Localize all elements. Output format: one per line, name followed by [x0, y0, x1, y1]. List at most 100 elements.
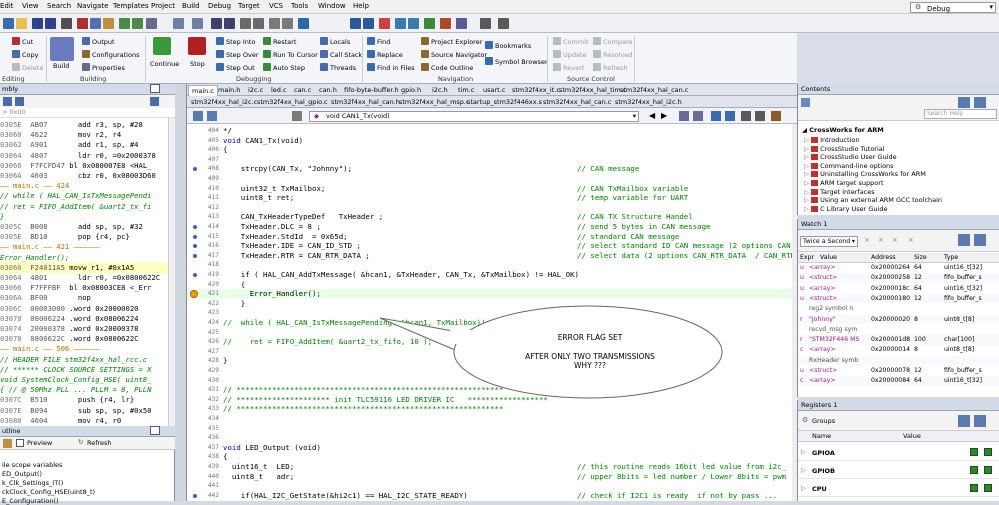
watch-expr: u [800, 284, 804, 292]
contents-item[interactable]: ▷ C Library User Guide [804, 205, 887, 213]
watch-row[interactable]: c <array> 0x20000084 64 uint16_t[32] [798, 376, 999, 386]
book-icon [811, 145, 819, 152]
expand-arrow-icon: ▷ [804, 170, 812, 179]
watch-size: 64 [914, 284, 922, 292]
watch-row[interactable]: u <array> 0x20000264 64 uint16_t[32] [798, 263, 999, 273]
contents-item[interactable]: ▷ Target interfaces [804, 188, 875, 196]
contents-toolbar: Search Help [798, 95, 999, 121]
watch-row[interactable]: RxHeader symb [798, 355, 999, 366]
expand-arrow-icon: ▷ [804, 187, 812, 196]
watch-address: 0x200001d8 [871, 336, 911, 344]
watch-row[interactable]: recvd_msg sym [798, 325, 999, 335]
contents-item[interactable]: ▷ Uninstalling CrossWorks for ARM [804, 170, 926, 178]
contents-item[interactable]: ▷ Command-line options [804, 162, 894, 170]
register-watch-checkbox[interactable] [984, 466, 992, 474]
watch-size: 8 [914, 315, 918, 323]
contents-root[interactable]: ◢ CrossWorks for ARM [802, 126, 884, 134]
contents-options-icon[interactable] [974, 97, 986, 108]
watch-size: 12 [914, 367, 922, 374]
watch-row[interactable]: c <array> 0x20000014 8 uint8_t[8] [798, 345, 999, 355]
registers-options-icon[interactable] [958, 415, 970, 427]
register-watch-checkbox[interactable] [984, 448, 992, 456]
watch-value: <array> [809, 377, 836, 385]
expand-arrow-icon: ▷ [804, 136, 812, 144]
watch-tool-icon[interactable]: × [908, 236, 914, 244]
contents-header: Contents [798, 84, 999, 95]
expand-arrow-icon: ▷ [804, 204, 812, 213]
contents-item[interactable]: ▷ Using an external ARM GCC toolchain [804, 196, 942, 204]
watch-size: 64 [914, 264, 922, 271]
watch-row[interactable]: u <struct> 0x20000180 12 fifo_buffer_s [798, 293, 999, 304]
watch-size: 8 [914, 346, 918, 354]
watch-settings-icon[interactable] [974, 234, 986, 246]
watch-size: 64 [914, 377, 922, 385]
watch-expr: u [800, 367, 804, 374]
watch-row[interactable]: r "Johnny" 0x20000020 8 uint8_t[8] [798, 314, 999, 324]
contents-item-label: ARM target support [820, 179, 884, 187]
register-enabled-checkbox[interactable] [970, 466, 978, 474]
watch-tool-icon[interactable]: × [878, 236, 884, 244]
book-icon [811, 162, 819, 169]
register-name: GPIOB [812, 467, 835, 475]
register-enabled-checkbox[interactable] [970, 448, 978, 456]
col-address: Address [871, 254, 896, 261]
book-icon [811, 188, 819, 195]
callout-line1: ERROR FLAG SET [557, 333, 623, 342]
watch-address: 0x20000258 [871, 274, 911, 282]
watch-row[interactable]: reg2 symbol n [798, 304, 999, 314]
watch-value: <struct> [809, 274, 838, 282]
contents-item[interactable]: ▷ Introduction [804, 136, 859, 144]
watch-type: uint16_t[32] [944, 284, 983, 292]
watch-type: uint8_t[8] [944, 346, 975, 354]
contents-item[interactable]: ▷ CrossStudio Tutorial [804, 145, 885, 153]
watch-size: 12 [914, 274, 922, 282]
contents-item-label: CrossStudio User Guide [820, 153, 897, 162]
contents-item[interactable]: ▷ CrossStudio User Guide [804, 153, 897, 161]
col-size: Size [914, 254, 927, 261]
watch-tool-icon[interactable]: × [864, 236, 870, 244]
watch-row[interactable]: r "STM32F446 MS 0x200001d8 100 char[100] [798, 335, 999, 345]
watch-row[interactable]: u <array> 0x2000018c 64 uint16_t[32] [798, 284, 999, 294]
registers-title: Registers 1 [801, 401, 838, 409]
contents-title: Contents [801, 85, 831, 93]
expand-arrow-icon: ▷ [804, 196, 812, 205]
registers-settings-icon[interactable] [974, 415, 986, 427]
contents-item-label: CrossStudio Tutorial [820, 144, 885, 153]
book-icon [811, 137, 819, 143]
groups-button[interactable]: Groups [812, 417, 835, 425]
chevron-down-icon: ▾ [851, 238, 855, 245]
registers-header: Registers 1 [798, 400, 999, 411]
watch-column-header: Expr Value Address Size Type [798, 253, 999, 263]
watch-address: 0x20000264 [871, 264, 911, 271]
watch-expr: u [800, 294, 804, 302]
watch-expr: r [800, 336, 803, 344]
register-enabled-checkbox[interactable] [970, 484, 978, 492]
register-row[interactable]: ▷ GPIOA [798, 444, 999, 461]
contents-panel: Contents Search Help ◢ CrossWorks for AR… [797, 84, 999, 215]
watch-panel: Watch 1 Twice a Second ▾ × × × × Expr Val… [797, 219, 999, 397]
sync-contents-icon[interactable] [958, 97, 970, 108]
watch-row[interactable]: u <struct> 0x20000258 12 fifo_buffer_s [798, 273, 999, 283]
search-help-input[interactable]: Search Help [924, 109, 997, 119]
register-row[interactable]: ▷ GPIOB [798, 462, 999, 479]
refresh-rate-select[interactable]: Twice a Second ▾ [800, 236, 858, 247]
watch-address: 0x20000180 [871, 294, 911, 302]
watch-type: uint16_t[32] [944, 264, 983, 271]
registers-toolbar: ⚙ Groups [798, 411, 999, 431]
contents-item-label: Using an external ARM GCC toolchain [820, 196, 943, 205]
register-row[interactable]: ▷ CPU [798, 480, 999, 497]
callout-line3: WHY ??? [574, 361, 606, 370]
contents-item[interactable]: ▷ ARM target support [804, 179, 884, 187]
watch-title: Watch 1 [801, 220, 828, 228]
watch-options-icon[interactable] [958, 234, 970, 246]
watch-expr: c [800, 377, 804, 385]
home-icon[interactable] [801, 98, 810, 107]
watch-tool-icon[interactable]: × [892, 236, 898, 244]
watch-value: <struct> [809, 294, 838, 302]
expand-arrow-icon: ▷ [804, 153, 812, 162]
expand-arrow-icon: ▷ [804, 179, 812, 187]
book-icon [811, 205, 819, 212]
watch-row[interactable]: u <struct> 0x20000078 12 fifo_buffer_s [798, 366, 999, 376]
col-name: Name [812, 432, 832, 440]
register-watch-checkbox[interactable] [984, 484, 992, 492]
